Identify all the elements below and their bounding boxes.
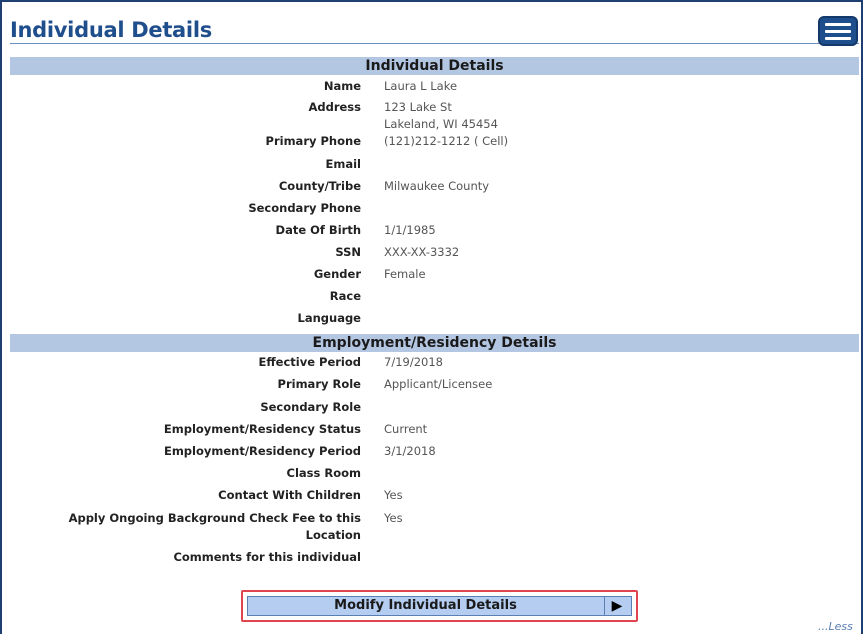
field-value: XXX-XX-3332 — [384, 245, 460, 259]
field-label: Class Room — [286, 466, 361, 480]
modify-individual-details-button[interactable]: Modify Individual Details ▶ — [247, 596, 632, 616]
field-label: Gender — [313, 267, 361, 281]
field-row-secondary-phone: Secondary Phone — [10, 200, 859, 216]
field-row-date-of-birth: Date Of Birth 1/1/1985 — [10, 222, 859, 238]
field-row-background-fee-line2: Location — [10, 527, 859, 543]
field-value: 3/1/2018 — [384, 444, 436, 458]
modify-highlight-frame: Modify Individual Details ▶ — [241, 590, 638, 622]
field-value: Milwaukee County — [384, 179, 490, 193]
field-row-secondary-role: Secondary Role — [10, 399, 859, 415]
less-link[interactable]: ...Less — [818, 620, 853, 633]
play-arrow-icon[interactable]: ▶ — [607, 598, 627, 614]
field-label: Address — [308, 100, 361, 114]
hamburger-menu-icon[interactable] — [818, 16, 858, 46]
field-value: Laura L Lake — [384, 79, 458, 93]
field-row-gender: Gender Female — [10, 266, 859, 282]
button-divider — [604, 597, 605, 615]
field-value: Current — [384, 422, 428, 436]
field-row-background-fee: Apply Ongoing Background Check Fee to th… — [10, 510, 859, 526]
field-row-class-room: Class Room — [10, 465, 859, 481]
field-row-effective-period: Effective Period 7/19/2018 — [10, 354, 859, 370]
field-label: Apply Ongoing Background Check Fee to th… — [68, 511, 361, 525]
title-divider — [10, 43, 859, 44]
field-row-employment-period: Employment/Residency Period 3/1/2018 — [10, 443, 859, 459]
field-row-ssn: SSN XXX-XX-3332 — [10, 244, 859, 260]
field-row-employment-status: Employment/Residency Status Current — [10, 421, 859, 437]
field-row-county-tribe: County/Tribe Milwaukee County — [10, 178, 859, 194]
field-label: Email — [325, 157, 361, 171]
field-label: Primary Role — [277, 377, 361, 391]
field-label: Race — [329, 289, 361, 303]
field-value: 123 Lake St — [384, 100, 452, 114]
modify-button-label: Modify Individual Details — [334, 598, 517, 613]
field-value: Yes — [384, 511, 403, 525]
field-label: Language — [297, 311, 362, 325]
field-row-contact-children: Contact With Children Yes — [10, 487, 859, 503]
field-row-address: Address 123 Lake St — [10, 99, 859, 115]
field-label: Primary Phone — [265, 134, 361, 148]
field-row-race: Race — [10, 288, 859, 304]
field-label: Employment/Residency Period — [163, 444, 361, 458]
field-label: Location — [305, 528, 361, 542]
field-label: Effective Period — [258, 355, 361, 369]
field-label: Name — [323, 79, 361, 93]
field-row-comments: Comments for this individual — [10, 549, 859, 565]
field-value: Female — [384, 267, 426, 281]
field-label: Date Of Birth — [275, 223, 361, 237]
section-header-individual: Individual Details — [10, 57, 859, 75]
field-row-name: Name Laura L Lake — [10, 78, 859, 94]
field-label: Employment/Residency Status — [163, 422, 361, 436]
field-label: Secondary Role — [260, 400, 361, 414]
menu-bar — [825, 22, 851, 26]
field-row-primary-role: Primary Role Applicant/Licensee — [10, 376, 859, 392]
field-row-address-line2: Lakeland, WI 45454 — [10, 116, 859, 132]
menu-bar — [825, 36, 851, 40]
field-label: Comments for this individual — [173, 550, 361, 564]
field-value: Yes — [384, 488, 403, 502]
field-value: Lakeland, WI 45454 — [384, 117, 498, 131]
section-header-employment: Employment/Residency Details — [10, 334, 859, 352]
field-label: Secondary Phone — [248, 201, 361, 215]
field-label: Contact With Children — [218, 488, 361, 502]
field-row-primary-phone: Primary Phone (121)212-1212 ( Cell) — [10, 133, 859, 149]
page-title: Individual Details — [10, 18, 212, 42]
field-value: (121)212-1212 ( Cell) — [384, 134, 509, 148]
field-row-email: Email — [10, 156, 859, 172]
field-value: 1/1/1985 — [384, 223, 436, 237]
menu-bar — [825, 29, 851, 33]
field-row-language: Language — [10, 310, 859, 326]
field-value: 7/19/2018 — [384, 355, 443, 369]
field-label: County/Tribe — [278, 179, 361, 193]
field-value: Applicant/Licensee — [384, 377, 493, 391]
field-label: SSN — [335, 245, 361, 259]
